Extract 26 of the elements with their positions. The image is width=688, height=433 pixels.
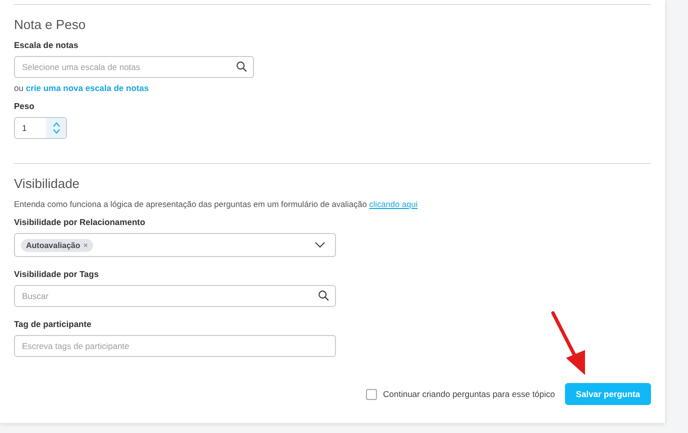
field-label: Peso — [14, 101, 36, 111]
field-label: Visibilidade por Tags — [14, 269, 100, 279]
number-field[interactable]: 1 — [14, 117, 67, 139]
save-button[interactable]: Salvar pergunta — [565, 383, 651, 405]
input-field[interactable]: Escreva tags de participante — [14, 335, 336, 357]
remove-tag-button[interactable]: × — [83, 240, 88, 250]
field-label: Tag de participante — [14, 319, 92, 329]
chevron-up-icon[interactable] — [52, 122, 60, 127]
chevron-down-icon — [315, 242, 325, 248]
tag-chip: Autoavaliação × — [21, 238, 93, 252]
field-label: Visibilidade por Relacionamento — [14, 217, 146, 227]
section-title: Visibilidade — [14, 176, 81, 191]
select-field[interactable]: Autoavaliação × — [14, 233, 336, 257]
field-label: Escala de notas — [14, 40, 80, 50]
section-title: Nota e Peso — [14, 17, 87, 32]
search-field[interactable]: Buscar — [14, 285, 336, 307]
search-field[interactable]: Selecione uma escala de notas — [14, 56, 254, 78]
checkbox[interactable] — [366, 388, 377, 400]
checkbox-label: Continuar criando perguntas para esse tópico — [383, 389, 555, 399]
search-icon — [236, 61, 247, 72]
create-scale-link[interactable]: crie uma nova escala de notas — [26, 83, 149, 93]
chevron-down-icon[interactable] — [52, 129, 60, 134]
section-description: Entenda como funciona a lógica de apresentação das perguntas em um formulário de avaliação clicando aqui — [14, 199, 419, 209]
or-text: ou — [14, 83, 24, 93]
search-icon — [318, 290, 329, 301]
help-link[interactable]: clicando aqui — [369, 199, 418, 209]
